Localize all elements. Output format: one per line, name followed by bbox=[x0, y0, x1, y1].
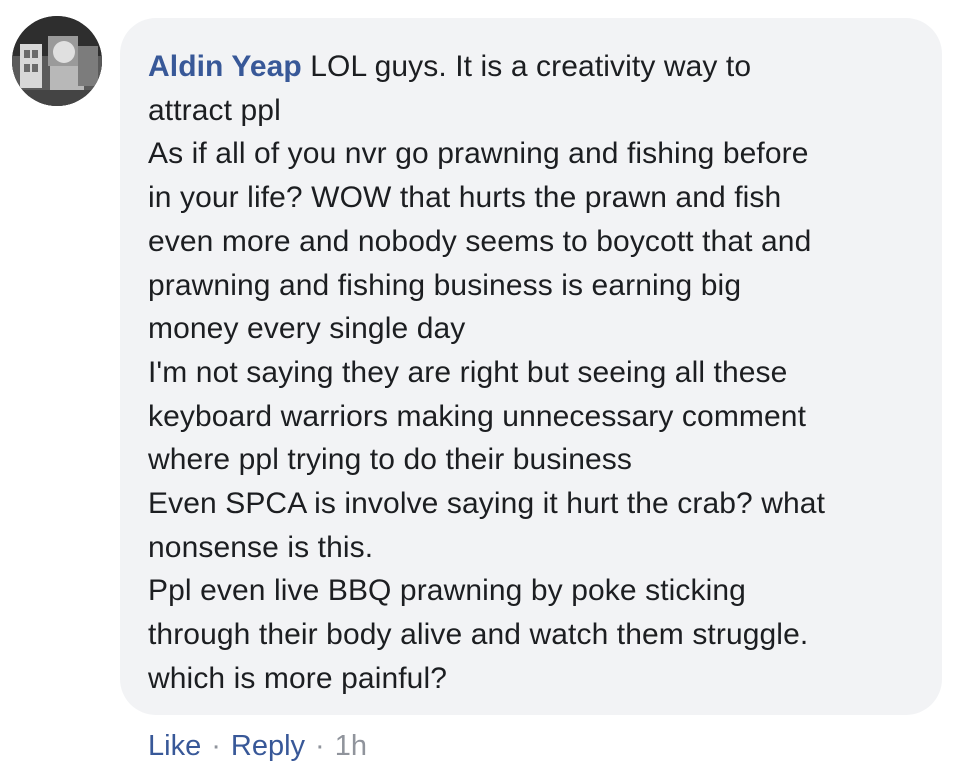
comment-text: even more and nobody seems to boycott th… bbox=[148, 224, 812, 258]
comment-actions: Like · Reply · 1h bbox=[148, 726, 367, 766]
comment-text: Ppl even live BBQ prawning by poke stick… bbox=[148, 574, 746, 608]
separator: · bbox=[211, 730, 221, 762]
comment: Aldin Yeap LOL guys. It is a creativity … bbox=[0, 0, 960, 772]
comment-text: in your life? WOW that hurts the prawn a… bbox=[148, 181, 782, 215]
comment-text: keyboard warriors making unnecessary com… bbox=[148, 399, 806, 433]
comment-text: attract ppl bbox=[148, 93, 281, 127]
comment-text: Even SPCA is involve saying it hurt the … bbox=[148, 487, 826, 521]
comment-text: which is more painful? bbox=[148, 661, 448, 695]
comment-text: money every single day bbox=[148, 312, 466, 346]
avatar-photo bbox=[12, 16, 102, 106]
comment-text: prawning and fishing business is earning… bbox=[148, 268, 742, 302]
like-link[interactable]: Like bbox=[148, 730, 201, 762]
author-name[interactable]: Aldin Yeap bbox=[148, 50, 302, 83]
comment-line-1: Aldin Yeap LOL guys. It is a creativity … bbox=[148, 45, 918, 89]
comment-text: through their body alive and watch them … bbox=[148, 618, 809, 652]
avatar[interactable] bbox=[12, 16, 102, 106]
reply-link[interactable]: Reply bbox=[231, 730, 305, 762]
comment-text: LOL guys. It is a creativity way to bbox=[310, 50, 752, 83]
comment-text: I'm not saying they are right but seeing… bbox=[148, 355, 788, 389]
comment-body: Aldin Yeap LOL guys. It is a creativity … bbox=[148, 45, 918, 701]
separator: · bbox=[315, 730, 325, 762]
timestamp[interactable]: 1h bbox=[335, 730, 367, 762]
comment-text: nonsense is this. bbox=[148, 530, 374, 564]
comment-bubble: Aldin Yeap LOL guys. It is a creativity … bbox=[120, 18, 942, 715]
comment-text: where ppl trying to do their business bbox=[148, 443, 632, 477]
comment-text: As if all of you nvr go prawning and fis… bbox=[148, 137, 809, 171]
